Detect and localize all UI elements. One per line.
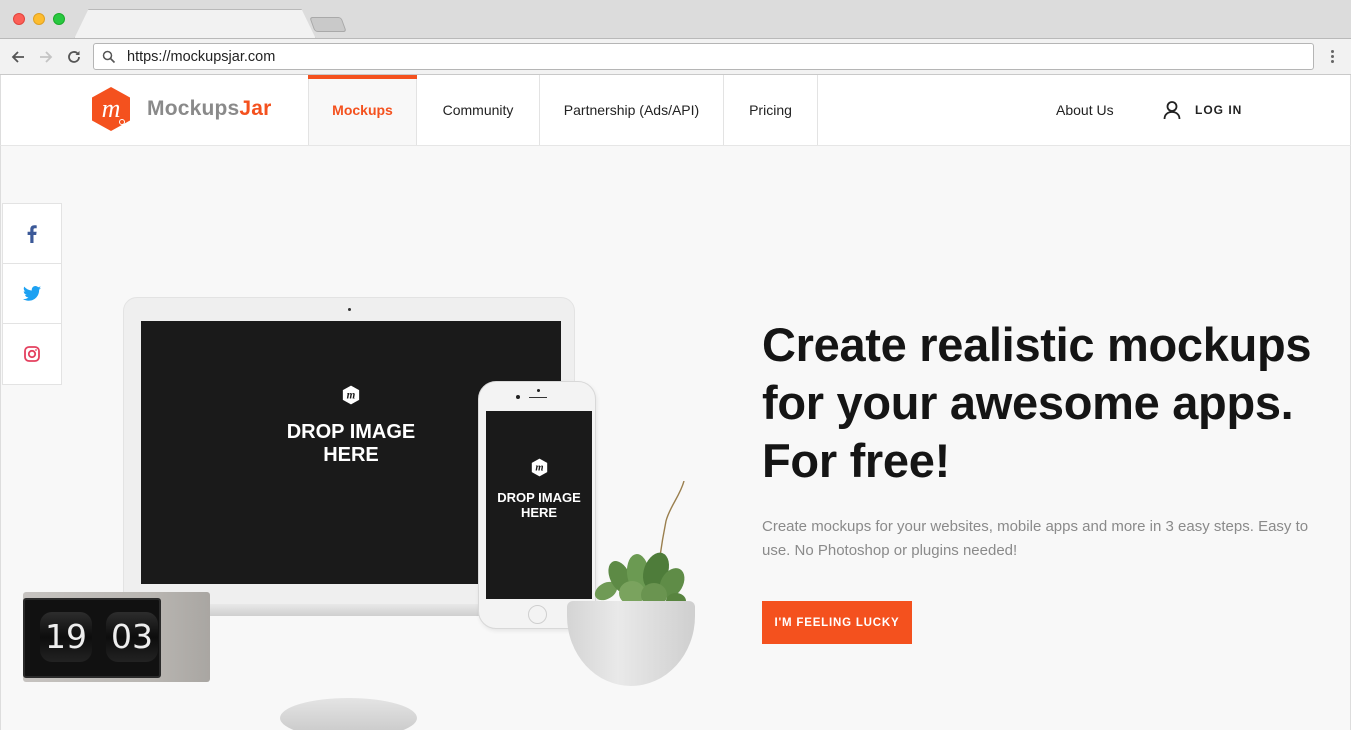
- twitter-icon: [23, 286, 41, 301]
- new-tab-button[interactable]: [309, 17, 347, 32]
- plant-pot-decoration: [567, 601, 695, 686]
- phone-speaker: [529, 397, 547, 398]
- logo-text-jar: Jar: [239, 97, 272, 120]
- phone-drop-text-line2: HERE: [520, 505, 558, 520]
- flip-clock-decoration: 19 03: [23, 592, 210, 682]
- url-text[interactable]: https://mockupsjar.com: [127, 49, 275, 65]
- instagram-link[interactable]: [3, 324, 61, 384]
- address-bar[interactable]: https://mockupsjar.com: [93, 43, 1314, 70]
- browser-toolbar: https://mockupsjar.com: [0, 38, 1351, 75]
- headline-line-2: for your awesome apps.: [762, 376, 1294, 429]
- browser-tab-strip: [0, 0, 1351, 40]
- svg-text:m: m: [535, 463, 543, 474]
- clock-hours: 19: [40, 612, 92, 662]
- phone-sensor: [537, 389, 540, 392]
- arrow-right-icon: [40, 51, 53, 63]
- main-nav: Mockups Community Partnership (Ads/API) …: [308, 75, 818, 145]
- phone-home-button: [528, 605, 547, 624]
- phone-drop-zone[interactable]: m DROP IMAGE HERE: [486, 411, 592, 599]
- nav-item-partnership[interactable]: Partnership (Ads/API): [540, 75, 724, 145]
- mockupsjar-logo-icon: m: [342, 385, 360, 405]
- feeling-lucky-button[interactable]: I'M FEELING LUCKY: [762, 601, 912, 644]
- back-button[interactable]: [8, 47, 28, 67]
- mockupsjar-logo-icon: m: [92, 87, 130, 131]
- maximize-window-button[interactable]: [53, 13, 65, 25]
- login-button[interactable]: LOG IN: [1162, 100, 1242, 120]
- search-icon: [102, 50, 116, 64]
- logo-text-mockups: Mockups: [147, 97, 240, 120]
- reload-icon: [68, 51, 80, 63]
- headline-line-1: Create realistic mockups: [762, 318, 1312, 371]
- laptop-camera: [348, 308, 351, 311]
- svg-text:m: m: [347, 389, 356, 401]
- browser-tab-active-body: [75, 10, 315, 40]
- twitter-link[interactable]: [3, 264, 61, 324]
- arrow-left-icon: [11, 51, 24, 63]
- social-sidebar: [2, 203, 62, 385]
- reload-button[interactable]: [64, 47, 84, 67]
- hero-section: m DROP IMAGE HERE m DROP IMAGE HERE 19 0…: [0, 146, 1351, 730]
- close-window-button[interactable]: [13, 13, 25, 25]
- user-icon: [1163, 101, 1181, 120]
- mouse-decoration: [280, 698, 417, 730]
- nav-item-community[interactable]: Community: [417, 75, 540, 145]
- mockupsjar-logo-icon: m: [531, 458, 547, 477]
- facebook-icon: [27, 224, 37, 243]
- nav-item-pricing[interactable]: Pricing: [724, 75, 818, 145]
- login-label: LOG IN: [1195, 103, 1243, 117]
- logo[interactable]: m MockupsJar: [90, 86, 272, 132]
- phone-camera: [516, 395, 520, 399]
- browser-menu-button[interactable]: [1326, 48, 1338, 66]
- headline-line-3: For free!: [762, 434, 950, 487]
- about-us-link[interactable]: About Us: [1056, 102, 1114, 118]
- svg-text:m: m: [102, 94, 121, 123]
- phone-mockup: m DROP IMAGE HERE: [478, 381, 596, 629]
- phone-drop-text-line1: DROP IMAGE: [497, 490, 581, 505]
- minimize-window-button[interactable]: [33, 13, 45, 25]
- succulent-plant-decoration: [594, 481, 686, 609]
- instagram-icon: [24, 346, 40, 362]
- hero-subtext: Create mockups for your websites, mobile…: [762, 518, 1309, 559]
- logo-text: MockupsJar: [147, 97, 272, 121]
- hero-headline: Create realistic mockups for your awesom…: [762, 316, 1332, 490]
- clock-minutes: 03: [106, 612, 158, 662]
- facebook-link[interactable]: [3, 204, 61, 264]
- nav-item-mockups[interactable]: Mockups: [308, 75, 417, 145]
- site-header: m MockupsJar Mockups Community Partnersh…: [0, 75, 1351, 146]
- forward-button[interactable]: [36, 47, 56, 67]
